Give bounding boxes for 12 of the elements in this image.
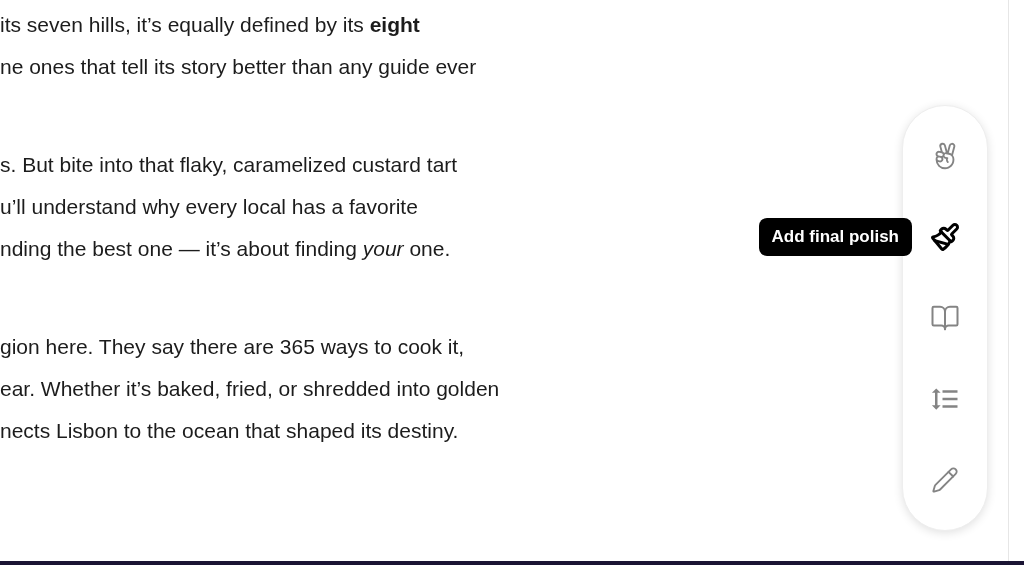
article-text-line: u’ll understand why every local has a favorite (0, 194, 418, 220)
tooltip: Add final polish (758, 218, 912, 256)
article-text-line: gion here. They say there are 365 ways to cook it, (0, 334, 465, 360)
article-text-line: its seven hills, it’s equally defined by its eight (0, 12, 420, 38)
paintbrush-icon (930, 222, 960, 253)
article-text-line: ear. Whether it’s baked, fried, or shredded into golden (0, 376, 500, 402)
article-text-line: nects Lisbon to the ocean that shaped its destiny. (0, 418, 459, 444)
pencil-icon (931, 465, 959, 494)
article-text-line: s. But bite into that flaky, caramelized custard tart (0, 152, 458, 178)
article-text-line: ne ones that tell its story better than any guide ever (0, 54, 477, 80)
book-icon (930, 303, 960, 333)
article-text-line: nding the best one — it’s about finding your one. (0, 236, 451, 262)
